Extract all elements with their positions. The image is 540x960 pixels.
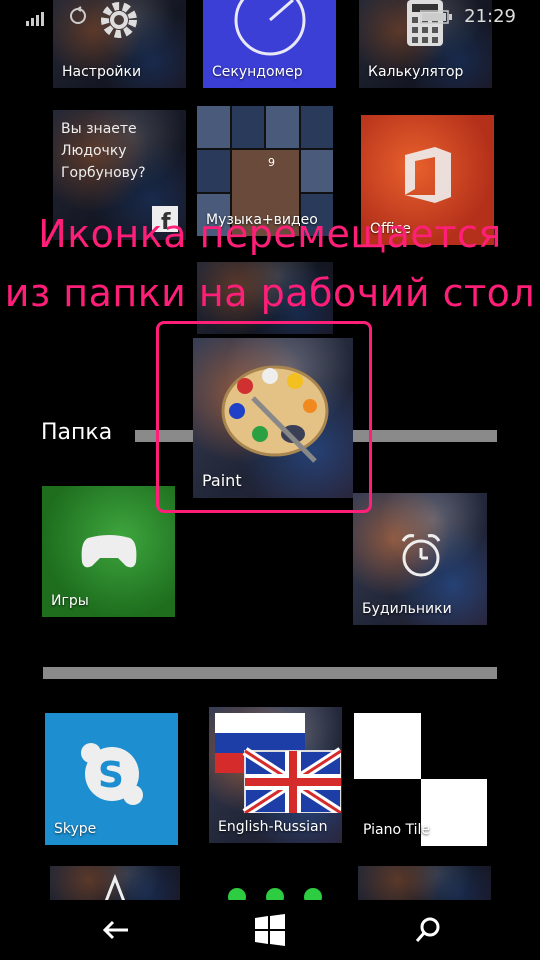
tile-alarms[interactable]: Будильники (353, 493, 487, 625)
piano-black-key (421, 713, 487, 779)
back-arrow-icon (102, 920, 128, 940)
search-icon (415, 917, 440, 942)
music-cell (266, 106, 299, 148)
tile-skype[interactable]: S Skype (45, 713, 178, 845)
start-button[interactable] (252, 912, 288, 948)
tile-label: Будильники (362, 601, 452, 617)
flags-icon (215, 713, 341, 813)
drag-highlight-frame (156, 321, 372, 513)
status-time: 21:29 (464, 6, 516, 27)
tile-piano-tile[interactable]: Piano Tile (354, 713, 487, 846)
skype-icon: S (81, 743, 143, 805)
music-cell (300, 106, 333, 148)
tile-english-russian[interactable]: English-Russian (209, 707, 342, 843)
folder-divider-bottom (43, 667, 497, 679)
data-sync-icon (70, 6, 86, 24)
tile-label: Калькулятор (368, 64, 464, 80)
office-icon (405, 147, 451, 203)
tile-label: Игры (51, 593, 89, 609)
gamepad-icon (81, 535, 137, 568)
music-cell (197, 106, 230, 148)
folder-title[interactable]: Папка (41, 420, 112, 445)
navigation-bar (0, 900, 540, 960)
signal-icon (26, 12, 44, 26)
people-text-line: Людочку (61, 143, 127, 159)
tile-label: Настройки (62, 64, 142, 80)
alarm-clock-icon (401, 534, 441, 577)
people-text-line: Вы знаете (61, 121, 137, 137)
music-cell (231, 106, 264, 148)
music-cell (197, 150, 230, 192)
status-bar: 21:29 (0, 0, 540, 34)
tile-label: Piano Tile (363, 822, 431, 838)
tile-people-text: Вы знаете Людочку Горбунову? (61, 118, 146, 184)
tile-label: English-Russian (218, 819, 328, 835)
annotation-line-1: Иконка перемещается (38, 212, 502, 256)
windows-icon (255, 914, 285, 946)
search-button[interactable] (410, 912, 446, 948)
music-badge: 9 (268, 156, 275, 169)
tile-label: Skype (54, 821, 97, 837)
svg-text:S: S (98, 755, 124, 796)
music-cell (300, 150, 333, 192)
back-button[interactable] (98, 912, 134, 948)
tile-label: Секундомер (212, 64, 303, 80)
people-text-line: Горбунову? (61, 165, 146, 181)
battery-icon (420, 10, 452, 24)
annotation-line-2: из папки на рабочий стол (4, 271, 536, 315)
